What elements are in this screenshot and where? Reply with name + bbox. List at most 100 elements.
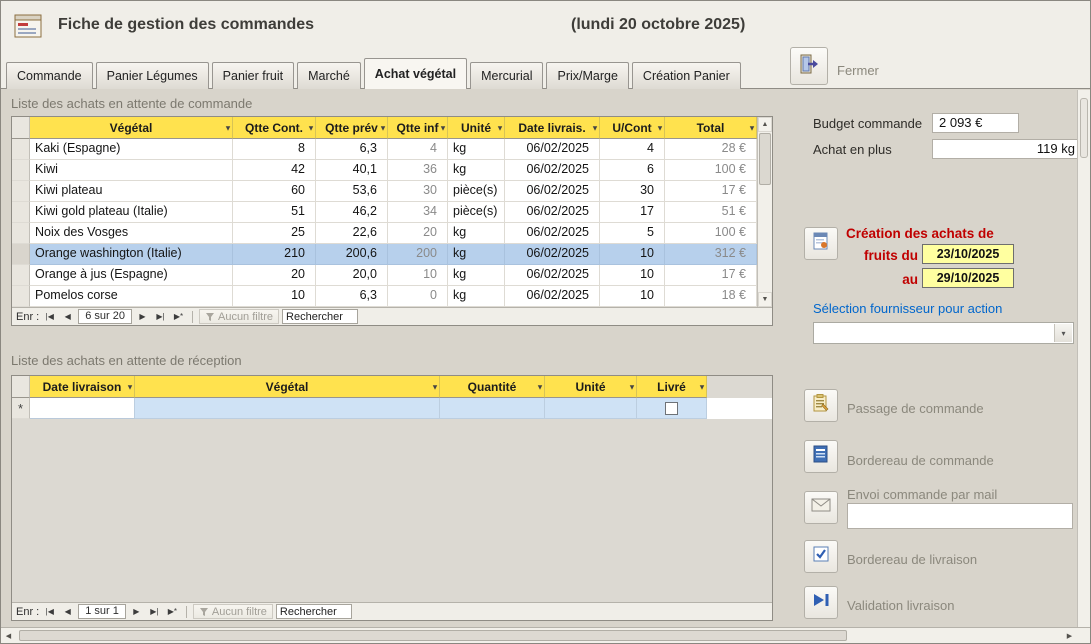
new-record-row[interactable]: * <box>12 398 772 419</box>
tab-commande[interactable]: Commande <box>6 62 93 89</box>
cell[interactable]: 312 € <box>665 244 757 265</box>
record-search-input[interactable] <box>276 604 352 619</box>
cell[interactable]: 34 <box>388 202 448 223</box>
cell[interactable]: 06/02/2025 <box>505 223 600 244</box>
first-record-button[interactable]: |◀ <box>42 310 57 324</box>
cell[interactable]: 10 <box>388 265 448 286</box>
row-selector[interactable] <box>12 181 30 202</box>
date-from-field[interactable]: 23/10/2025 <box>922 244 1014 264</box>
cell[interactable]: Pomelos corse <box>30 286 233 307</box>
column-dropdown-icon[interactable]: ▾ <box>433 382 437 391</box>
row-selector[interactable] <box>12 244 30 265</box>
cell[interactable]: 17 <box>600 202 665 223</box>
cell[interactable]: 51 € <box>665 202 757 223</box>
cell[interactable]: 40,1 <box>316 160 388 181</box>
record-position[interactable]: 6 sur 20 <box>78 309 132 324</box>
scroll-left-icon[interactable]: ◀ <box>1 629 16 642</box>
cell[interactable]: kg <box>448 286 505 307</box>
row-selector[interactable] <box>12 139 30 160</box>
scroll-up-icon[interactable]: ▲ <box>758 117 772 132</box>
cell[interactable]: 6,3 <box>316 139 388 160</box>
cell[interactable]: 06/02/2025 <box>505 244 600 265</box>
column-dropdown-icon[interactable]: ▾ <box>630 382 634 391</box>
cell[interactable]: 17 € <box>665 181 757 202</box>
cell-date-livraison[interactable] <box>30 398 135 419</box>
budget-value-field[interactable]: 2 093 € <box>932 113 1019 133</box>
cell[interactable]: 42 <box>233 160 316 181</box>
cell[interactable]: kg <box>448 139 505 160</box>
cell[interactable]: Kiwi gold plateau (Italie) <box>30 202 233 223</box>
cell[interactable]: Kiwi <box>30 160 233 181</box>
row-selector[interactable] <box>12 160 30 181</box>
cell[interactable]: 51 <box>233 202 316 223</box>
column-dropdown-icon[interactable]: ▾ <box>538 382 542 391</box>
tab-création-panier[interactable]: Création Panier <box>632 62 741 89</box>
table-row[interactable]: Pomelos corse106,30kg06/02/20251018 € <box>12 286 757 307</box>
scrollbar-thumb[interactable] <box>759 133 771 185</box>
cell[interactable]: 22,6 <box>316 223 388 244</box>
last-record-button[interactable]: ▶| <box>147 605 162 619</box>
table-row[interactable]: Kiwi gold plateau (Italie)5146,234pièce(… <box>12 202 757 223</box>
column-dropdown-icon[interactable]: ▾ <box>700 382 704 391</box>
column-dropdown-icon[interactable]: ▾ <box>226 123 230 132</box>
cell[interactable]: 10 <box>600 244 665 265</box>
delivery-slip-button[interactable] <box>804 540 838 573</box>
column-dropdown-icon[interactable]: ▾ <box>309 123 313 132</box>
reception-column-header[interactable]: Livré▾ <box>637 376 707 398</box>
cell[interactable]: 4 <box>600 139 665 160</box>
tab-prix-marge[interactable]: Prix/Marge <box>546 62 628 89</box>
send-mail-button[interactable] <box>804 491 838 524</box>
cell[interactable]: 6,3 <box>316 286 388 307</box>
new-record-selector[interactable]: * <box>12 398 30 419</box>
cell[interactable]: 06/02/2025 <box>505 202 600 223</box>
filter-toggle[interactable]: Aucun filtre <box>193 604 273 619</box>
mail-address-input[interactable] <box>847 503 1073 529</box>
cell[interactable]: 200,6 <box>316 244 388 265</box>
orders-column-header[interactable]: Végétal▾ <box>30 117 233 139</box>
cell[interactable]: 25 <box>233 223 316 244</box>
scrollbar-thumb[interactable] <box>1080 98 1088 158</box>
table-row[interactable]: Kiwi4240,136kg06/02/20256100 € <box>12 160 757 181</box>
orders-column-header[interactable]: Date livrais.▾ <box>505 117 600 139</box>
cell[interactable]: 60 <box>233 181 316 202</box>
tab-panier-fruit[interactable]: Panier fruit <box>212 62 294 89</box>
cell[interactable]: 17 € <box>665 265 757 286</box>
cell[interactable]: 06/02/2025 <box>505 286 600 307</box>
cell[interactable]: 4 <box>388 139 448 160</box>
reception-column-header[interactable]: Végétal▾ <box>135 376 440 398</box>
scroll-down-icon[interactable]: ▼ <box>758 292 772 307</box>
orders-column-header[interactable]: Qtte prév▾ <box>316 117 388 139</box>
cell[interactable]: 20,0 <box>316 265 388 286</box>
previous-record-button[interactable]: ◀ <box>60 310 75 324</box>
row-selector[interactable] <box>12 265 30 286</box>
next-record-button[interactable]: ▶ <box>129 605 144 619</box>
cell[interactable]: pièce(s) <box>448 181 505 202</box>
column-dropdown-icon[interactable]: ▾ <box>593 123 597 132</box>
row-selector[interactable] <box>12 286 30 307</box>
cell[interactable]: kg <box>448 265 505 286</box>
record-search-input[interactable] <box>282 309 358 324</box>
tab-achat-végétal[interactable]: Achat végétal <box>364 58 467 89</box>
next-record-button[interactable]: ▶ <box>135 310 150 324</box>
supplier-combobox[interactable]: ▾ <box>813 322 1074 344</box>
first-record-button[interactable]: |◀ <box>42 605 57 619</box>
date-to-field[interactable]: 29/10/2025 <box>922 268 1014 288</box>
cell[interactable]: 6 <box>600 160 665 181</box>
cell[interactable]: 28 € <box>665 139 757 160</box>
cell[interactable]: 210 <box>233 244 316 265</box>
column-dropdown-icon[interactable]: ▾ <box>441 123 445 132</box>
cell[interactable]: 10 <box>233 286 316 307</box>
cell[interactable]: Orange washington (Italie) <box>30 244 233 265</box>
cell-livre[interactable] <box>637 398 707 419</box>
orders-column-header[interactable]: Qtte inf▾ <box>388 117 448 139</box>
tab-marché[interactable]: Marché <box>297 62 361 89</box>
select-all-corner[interactable] <box>12 376 30 398</box>
cell[interactable]: 20 <box>388 223 448 244</box>
extra-purchase-value-field[interactable]: 119 kg <box>932 139 1082 159</box>
cell[interactable]: 200 <box>388 244 448 265</box>
cell[interactable]: 0 <box>388 286 448 307</box>
cell[interactable]: 10 <box>600 286 665 307</box>
new-record-button[interactable]: ▶* <box>165 605 180 619</box>
column-dropdown-icon[interactable]: ▾ <box>128 382 132 391</box>
row-selector[interactable] <box>12 202 30 223</box>
